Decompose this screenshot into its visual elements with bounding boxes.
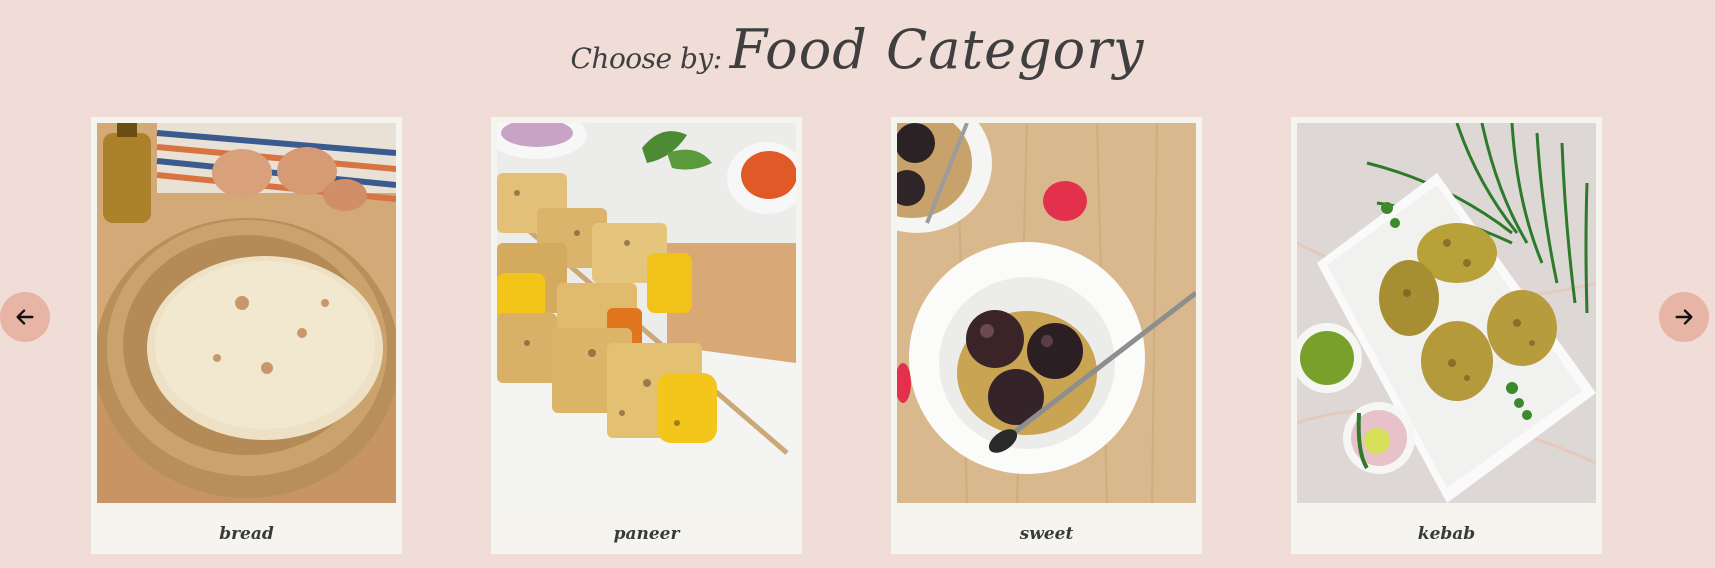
heading-title: Food Category <box>729 18 1145 81</box>
section-heading: Choose by: Food Category <box>0 18 1715 81</box>
arrow-left-icon <box>16 309 34 325</box>
category-label: sweet <box>1019 524 1074 544</box>
bread-photo <box>97 123 396 503</box>
category-label: paneer <box>613 524 680 544</box>
category-card-kebab[interactable]: kebab <box>1291 117 1602 554</box>
category-label: bread <box>219 524 274 544</box>
sweet-photo <box>897 123 1196 503</box>
paneer-photo <box>497 123 796 503</box>
arrow-right-icon <box>1675 309 1693 325</box>
category-card-bread[interactable]: bread <box>91 117 402 554</box>
category-label: kebab <box>1417 524 1476 544</box>
category-card-paneer[interactable]: paneer <box>491 117 802 554</box>
category-card-sweet[interactable]: sweet <box>891 117 1202 554</box>
carousel-next-button[interactable] <box>1659 292 1709 342</box>
carousel-prev-button[interactable] <box>0 292 50 342</box>
kebab-photo <box>1297 123 1596 503</box>
heading-prefix: Choose by: <box>570 42 722 75</box>
